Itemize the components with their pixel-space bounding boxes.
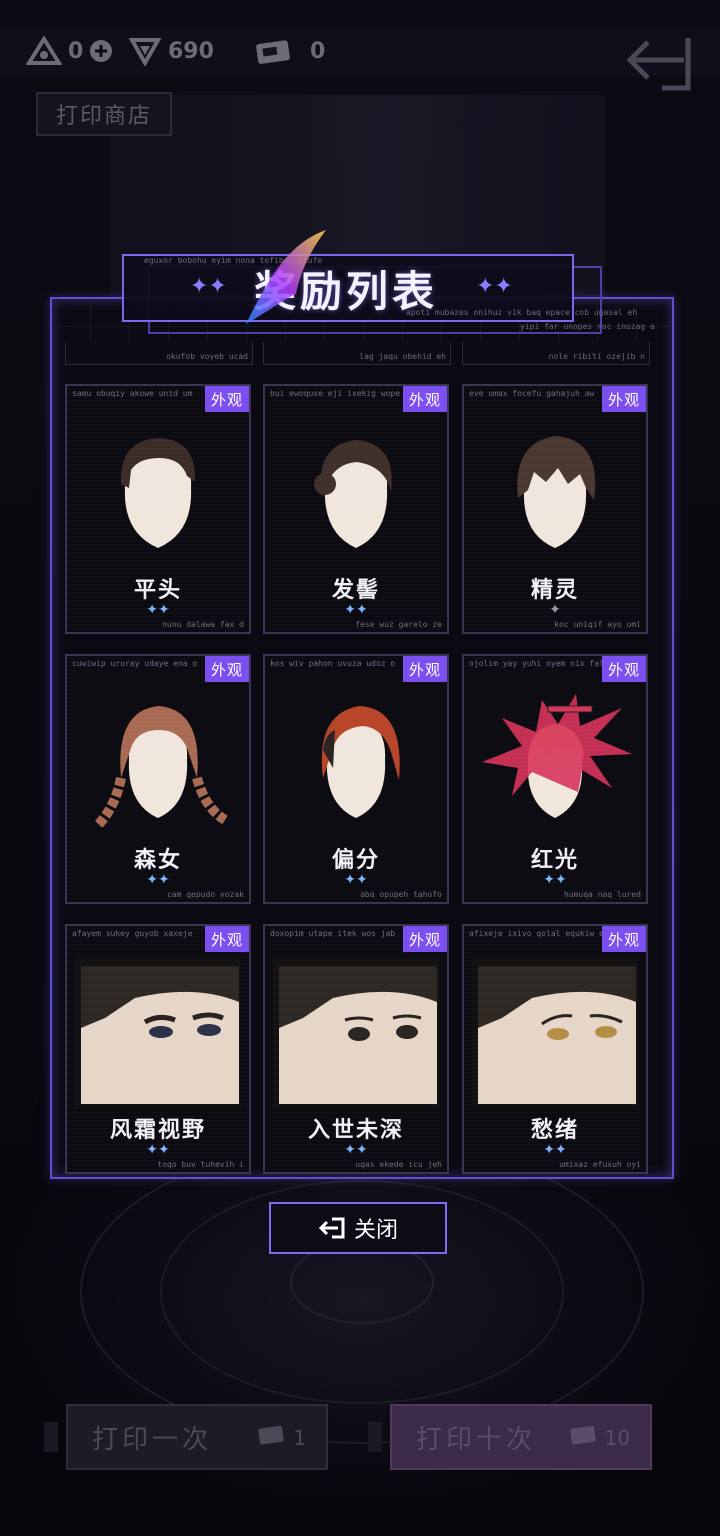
- resource-crystal: 0: [26, 36, 113, 66]
- add-icon[interactable]: [89, 39, 113, 63]
- reward-card[interactable]: afixeje ixivo qolal equkiw e 外观愁绪 ✦✦ umixaz…: [462, 924, 648, 1174]
- ticket-icon: [254, 36, 294, 66]
- rarity-stars: ✦✦: [543, 1142, 567, 1158]
- category-badge: 外观: [602, 926, 646, 952]
- card-caption-bottom: koc uniqif ayo omi: [554, 620, 641, 629]
- card-caption-top: cuwiwip ururay udaye ena o: [72, 659, 198, 668]
- rarity-stars: ✦✦: [344, 872, 368, 888]
- category-badge: 外观: [205, 386, 249, 412]
- card-caption-top: kos wiv pahon uvuza udoz o: [270, 659, 396, 668]
- rarity-stars: ✦✦: [344, 1142, 368, 1158]
- category-badge: 外观: [205, 656, 249, 682]
- reward-card[interactable]: doxopim utape itek wos jab 外观入世未深 ✦✦ uqas e…: [263, 924, 449, 1174]
- spiky-red-hair-icon: [482, 694, 632, 818]
- card-caption-top: doxopim utape itek wos jab: [270, 929, 396, 938]
- reward-name: 平头: [133, 578, 182, 603]
- reward-card[interactable]: cuwiwip ururay udaye ena o 外观森女 ✦✦ cam qepu…: [65, 654, 251, 904]
- braids-hair-icon: [93, 706, 228, 830]
- rarity-stars: ✦: [549, 602, 561, 618]
- rarity-stars: ✦✦: [543, 872, 567, 888]
- reward-card[interactable]: ojolim yay yuhi oyem nix fal 外观红光 ✦✦ humuqa…: [462, 654, 648, 904]
- reward-card[interactable]: eve umax focefu gahajuh aw 外观精灵 ✦ koc uniqi…: [462, 384, 648, 634]
- back-button[interactable]: [618, 30, 698, 94]
- triangle-crystal-icon: [26, 36, 62, 66]
- modal-title-banner: ✦✦ ✦✦ 奖励列表 eguxor bobohu eyim nona tofib…: [120, 252, 655, 334]
- reward-name: 红光: [530, 848, 579, 873]
- reward-name: 精灵: [530, 578, 579, 603]
- reward-name: 发髻: [331, 578, 380, 603]
- card-caption-bottom: aba opupeh tahofo: [360, 890, 442, 899]
- rarity-stars: ✦✦: [344, 602, 368, 618]
- card-caption-top: eve umax focefu gahajuh aw: [469, 389, 595, 398]
- reward-name: 入世未深: [307, 1118, 404, 1143]
- category-badge: 外观: [403, 386, 447, 412]
- reward-name: 风霜视野: [109, 1118, 206, 1143]
- back-arrow-icon: [626, 38, 691, 91]
- card-caption-bottom: cam qepudo vozak: [166, 890, 244, 899]
- card-caption-bottom: humuqa naq lured: [563, 890, 641, 899]
- messy-hair-icon: [517, 436, 596, 548]
- side-part-hair-icon: [321, 706, 400, 818]
- print-once-button[interactable]: 打印一次 1: [66, 1404, 328, 1470]
- card-caption-top: bui ewoquse eji ixekig wope: [270, 389, 401, 398]
- print-ten-button[interactable]: 打印十次 10: [390, 1404, 652, 1470]
- resource-ticket: 0: [254, 36, 325, 66]
- card-caption-top: ojolim yay yuhi oyem nix fal: [469, 659, 604, 668]
- eyes-calm-icon: [273, 958, 439, 1108]
- card-caption-bottom: umixaz efuxuh oyi: [559, 1160, 641, 1169]
- eyes-worried-icon: [472, 958, 638, 1108]
- category-badge: 外观: [403, 926, 447, 952]
- resource-gem: 690: [128, 36, 214, 66]
- card-caption-bottom: nunu dalawa fax d: [162, 620, 244, 629]
- card-caption-top: afayem sukey guyob xaxeje: [72, 929, 193, 938]
- category-badge: 外观: [205, 926, 249, 952]
- card-caption-bottom: toqo buv tuhevih i: [157, 1160, 244, 1169]
- rarity-stars: ✦✦: [146, 872, 170, 888]
- reward-name: 偏分: [331, 848, 380, 873]
- card-caption-top: afixeje ixivo qolal equkiw e: [469, 929, 604, 938]
- previous-row-card: okufob voyeb ucad: [65, 342, 253, 365]
- hair-bun-icon: [314, 440, 392, 548]
- ticket-icon: [257, 1424, 287, 1451]
- ticket-icon: [569, 1424, 599, 1451]
- card-caption-top: samu obuqiy akuwe unid um: [72, 389, 193, 398]
- exit-icon: [318, 1217, 345, 1239]
- card-caption-bottom: fese wuz garelo ze: [355, 620, 442, 629]
- category-badge: 外观: [602, 656, 646, 682]
- card-caption-bottom: uqas ekede icu jeh: [355, 1160, 442, 1169]
- eyes-stern-icon: [75, 958, 241, 1108]
- shop-label: 打印商店: [36, 92, 173, 136]
- close-button[interactable]: 关闭: [269, 1202, 447, 1254]
- shield-gem-icon: [128, 36, 162, 66]
- reward-name: 森女: [133, 848, 182, 873]
- reward-card[interactable]: kos wiv pahon uvuza udoz o 外观偏分 ✦✦ aba opup…: [263, 654, 449, 904]
- reward-name: 愁绪: [530, 1118, 579, 1143]
- reward-card[interactable]: bui ewoquse eji ixekig wope 外观发髻 ✦✦ fese wu…: [263, 384, 449, 634]
- buzz-cut-hair-icon: [120, 438, 196, 548]
- reward-card[interactable]: samu obuqiy akuwe unid um 外观平头 ✦✦ nunu dala…: [65, 384, 251, 634]
- previous-row-card: nole ribiti ozejib n: [462, 342, 650, 365]
- reward-card[interactable]: afayem sukey guyob xaxeje 外观风霜视野 ✦✦ toqo bu…: [65, 924, 251, 1174]
- category-badge: 外观: [602, 386, 646, 412]
- rarity-stars: ✦✦: [146, 602, 170, 618]
- ribbon-decoration: [246, 230, 326, 324]
- category-badge: 外观: [403, 656, 447, 682]
- previous-row-card: lag jaqu obehid eh: [263, 342, 451, 365]
- rarity-stars: ✦✦: [146, 1142, 170, 1158]
